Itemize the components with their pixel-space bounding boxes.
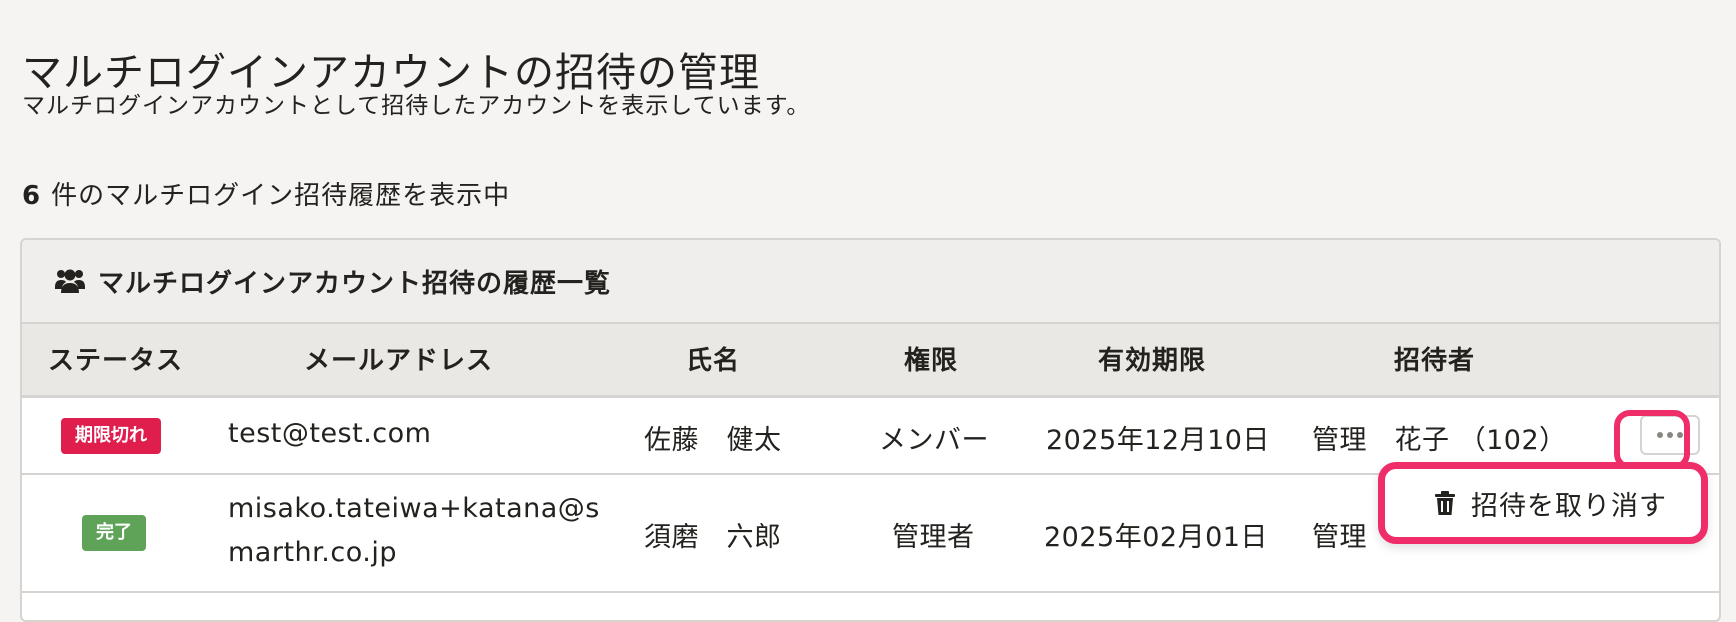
role-cell: 管理者 — [892, 522, 975, 553]
result-count-number: 6 — [22, 181, 42, 211]
column-header-inviter[interactable]: 招待者 — [1394, 324, 1475, 398]
column-header-name[interactable]: 氏名 — [686, 324, 740, 398]
name-cell: 佐藤 健太 — [644, 425, 782, 456]
invitation-history-panel: マルチログインアカウント招待の履歴一覧 ステータス メールアドレス 氏名 権限 … — [20, 238, 1721, 622]
email-cell-line1: misako.tateiwa+katana@s — [228, 493, 600, 524]
result-count-label: 件のマルチログイン招待履歴を表示中 — [51, 181, 511, 211]
trash-icon — [1433, 490, 1457, 516]
column-header-role[interactable]: 権限 — [904, 324, 958, 398]
table-header: ステータス メールアドレス 氏名 権限 有効期限 招待者 — [22, 324, 1719, 398]
cancel-invitation-label: 招待を取り消す — [1471, 490, 1667, 522]
cancel-invitation-menu-item[interactable]: 招待を取り消す — [1378, 462, 1708, 544]
role-cell: メンバー — [879, 425, 989, 456]
users-icon — [54, 265, 86, 297]
column-header-expiry[interactable]: 有効期限 — [1098, 324, 1206, 398]
page-description: マルチログインアカウントとして招待したアカウントを表示しています。 — [22, 93, 811, 119]
email-cell-line2: marthr.co.jp — [228, 537, 397, 568]
inviter-cell: 管理 — [1312, 522, 1367, 553]
panel-title: マルチログインアカウント招待の履歴一覧 — [98, 268, 612, 299]
column-header-status[interactable]: ステータス — [48, 324, 183, 398]
panel-header: マルチログインアカウント招待の履歴一覧 — [22, 240, 1719, 324]
result-count: 6 件のマルチログイン招待履歴を表示中 — [22, 178, 510, 214]
expiry-cell: 2025年02月01日 — [1044, 522, 1268, 553]
name-cell: 須磨 六郎 — [644, 522, 782, 553]
status-badge: 期限切れ — [61, 418, 161, 454]
row-actions-button[interactable] — [1640, 415, 1700, 455]
inviter-cell: 管理 花子 （102） — [1312, 425, 1567, 456]
column-header-email[interactable]: メールアドレス — [304, 324, 493, 398]
status-badge: 完了 — [82, 515, 146, 551]
more-dots-icon — [1657, 432, 1663, 438]
email-cell: test@test.com — [228, 418, 432, 449]
expiry-cell: 2025年12月10日 — [1046, 425, 1270, 456]
